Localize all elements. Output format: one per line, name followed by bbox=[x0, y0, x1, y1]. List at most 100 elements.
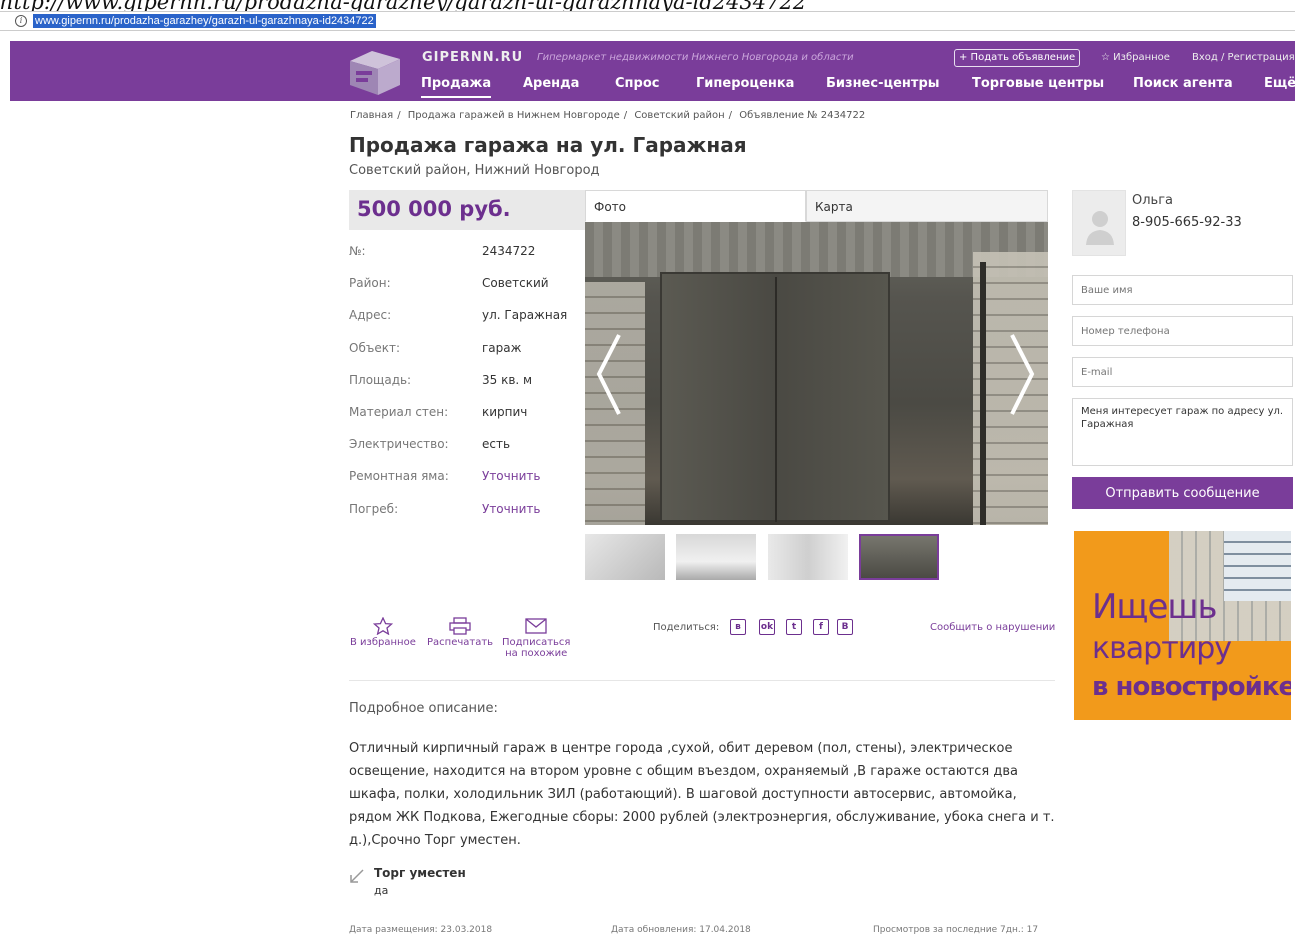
photo-pipe bbox=[980, 262, 986, 525]
post-ad-button[interactable]: + Подать объявление bbox=[954, 49, 1081, 67]
spec-label: Объект: bbox=[349, 340, 400, 355]
nav-demand[interactable]: Спрос bbox=[615, 76, 659, 91]
address-bar[interactable]: i www.gipernn.ru/prodazha-garazhey/garaz… bbox=[0, 11, 1295, 31]
spec-row: Район: Советский bbox=[349, 267, 585, 299]
spec-row: Погреб: Уточнить bbox=[349, 493, 585, 525]
print-label: Распечатать bbox=[427, 637, 494, 648]
name-field[interactable] bbox=[1072, 275, 1293, 305]
spec-row: Объект: гараж bbox=[349, 332, 585, 364]
subscribe-label-2: на похожие bbox=[505, 648, 568, 659]
nav-find-agent[interactable]: Поиск агента bbox=[1133, 76, 1233, 91]
spec-label: №: bbox=[349, 244, 366, 259]
nav-shopping-centers[interactable]: Торговые центры bbox=[972, 76, 1104, 91]
breadcrumb-district[interactable]: Советский район bbox=[634, 110, 724, 121]
breadcrumb-separator: / bbox=[623, 110, 628, 121]
url-text[interactable]: www.gipernn.ru/prodazha-garazhey/garazh-… bbox=[33, 14, 376, 28]
spec-value: 35 кв. м bbox=[482, 372, 533, 387]
odnoklassniki-share-icon[interactable]: ok bbox=[759, 619, 775, 635]
bargain-title: Торг уместен bbox=[374, 866, 466, 880]
posted-date: Дата размещения: 23.03.2018 bbox=[349, 925, 493, 935]
vk-b-share-icon[interactable]: B bbox=[837, 619, 853, 635]
spec-label: Площадь: bbox=[349, 372, 412, 387]
avatar bbox=[1072, 190, 1126, 256]
subscribe-similar-button[interactable]: Подписаться на похожие bbox=[502, 617, 570, 659]
spec-row: Материал стен: кирпич bbox=[349, 396, 585, 428]
bargain-value: да bbox=[374, 884, 389, 897]
divider bbox=[349, 680, 1055, 681]
breadcrumb: Главная / Продажа гаражей в Нижнем Новгор… bbox=[350, 110, 865, 121]
spec-label: Адрес: bbox=[349, 308, 392, 323]
info-icon[interactable]: i bbox=[15, 15, 27, 27]
report-link[interactable]: Сообщить о нарушении bbox=[930, 622, 1055, 633]
nav-rent[interactable]: Аренда bbox=[523, 76, 579, 91]
vk-share-icon[interactable]: в bbox=[730, 619, 746, 635]
description-heading: Подробное описание: bbox=[349, 701, 498, 716]
spec-value: есть bbox=[482, 437, 511, 452]
favorites-link[interactable]: ☆ Избранное bbox=[1101, 52, 1170, 63]
garage-photo[interactable] bbox=[585, 222, 1048, 525]
page-title: Продажа гаража на ул. Гаражная bbox=[349, 133, 747, 157]
thumbnail[interactable] bbox=[768, 534, 848, 580]
specs-table: №: 2434722 Район: Советский Адрес: ул. Гара… bbox=[349, 235, 585, 525]
spec-row: Адрес: ул. Гаражная bbox=[349, 299, 585, 331]
twitter-share-icon[interactable]: t bbox=[786, 619, 802, 635]
prev-photo-arrow-icon[interactable] bbox=[595, 332, 623, 417]
thumbnail[interactable] bbox=[585, 534, 665, 580]
thumbnail-active[interactable] bbox=[859, 534, 939, 580]
breadcrumb-garage-sale[interactable]: Продажа гаражей в Нижнем Новгороде bbox=[408, 110, 620, 121]
printer-icon bbox=[449, 617, 471, 635]
ad-banner[interactable]: Ищешь квартиру в новостройке? bbox=[1074, 531, 1291, 720]
add-to-favorites-button[interactable]: В избранное bbox=[350, 617, 416, 648]
thumbnail[interactable] bbox=[676, 534, 756, 580]
nav-more[interactable]: Ещё bbox=[1264, 76, 1295, 91]
envelope-icon bbox=[525, 618, 547, 634]
share-label: Поделиться: bbox=[653, 622, 720, 633]
arrow-icon bbox=[350, 869, 364, 883]
banner-line-3: в новостройке? bbox=[1092, 672, 1291, 702]
spec-label: Электричество: bbox=[349, 437, 449, 452]
spec-label: Район: bbox=[349, 276, 391, 291]
spec-value: кирпич bbox=[482, 405, 528, 420]
email-field[interactable] bbox=[1072, 357, 1293, 387]
user-silhouette-icon bbox=[1086, 211, 1114, 245]
subscribe-label-1: Подписаться bbox=[502, 637, 571, 648]
spec-row: Площадь: 35 кв. м bbox=[349, 364, 585, 396]
agent-phone[interactable]: 8-905-665-92-33 bbox=[1132, 215, 1242, 230]
clarify-pit-link[interactable]: Уточнить bbox=[482, 469, 540, 483]
breadcrumb-separator: / bbox=[728, 110, 733, 121]
spec-row: Ремонтная яма: Уточнить bbox=[349, 460, 585, 492]
favorites-label: В избранное bbox=[350, 637, 416, 648]
updated-date: Дата обновления: 17.04.2018 bbox=[611, 925, 751, 935]
nav-business-centers[interactable]: Бизнес-центры bbox=[826, 76, 940, 91]
spec-row: №: 2434722 bbox=[349, 235, 585, 267]
banner-line-2: квартиру bbox=[1092, 631, 1232, 666]
breadcrumb-home[interactable]: Главная bbox=[350, 110, 393, 121]
views-count: Просмотров за последние 7дн.: 17 bbox=[873, 925, 1039, 935]
tab-map[interactable]: Карта bbox=[806, 190, 1048, 222]
gipernn-logo[interactable] bbox=[350, 49, 400, 95]
brand-name[interactable]: GIPERNN.RU bbox=[422, 50, 523, 65]
login-link[interactable]: Вход / Регистрация bbox=[1192, 52, 1295, 63]
tab-photo[interactable]: Фото bbox=[585, 190, 806, 222]
next-photo-arrow-icon[interactable] bbox=[1008, 332, 1036, 417]
nav-sale[interactable]: Продажа bbox=[421, 76, 492, 98]
phone-field[interactable] bbox=[1072, 316, 1293, 346]
spec-row: Электричество: есть bbox=[349, 428, 585, 460]
description-text: Отличный кирпичный гараж в центре города… bbox=[349, 741, 1055, 848]
spec-value: 2434722 bbox=[482, 244, 536, 259]
clarify-cellar-link[interactable]: Уточнить bbox=[482, 502, 540, 516]
banner-line-1: Ищешь bbox=[1092, 587, 1218, 627]
page-subtitle: Советский район, Нижний Новгород bbox=[349, 163, 600, 178]
facebook-share-icon[interactable]: f bbox=[813, 619, 829, 635]
nav-valuation[interactable]: Гипероценка bbox=[696, 76, 794, 91]
banner-building bbox=[1224, 531, 1291, 601]
photo-gate-split bbox=[775, 277, 777, 522]
spec-value: Советский bbox=[482, 276, 549, 291]
breadcrumb-listing: Объявление № 2434722 bbox=[739, 110, 866, 121]
spec-label: Ремонтная яма: bbox=[349, 469, 449, 484]
message-field[interactable]: Меня интересует гараж по адресу ул. Гара… bbox=[1072, 398, 1293, 466]
send-message-button[interactable]: Отправить сообщение bbox=[1072, 477, 1293, 509]
print-button[interactable]: Распечатать bbox=[427, 617, 493, 648]
spec-label: Погреб: bbox=[349, 501, 399, 516]
price: 500 000 руб. bbox=[357, 197, 511, 221]
